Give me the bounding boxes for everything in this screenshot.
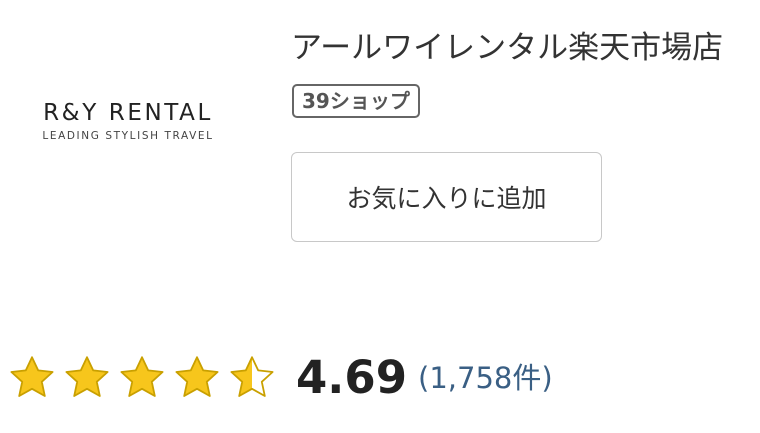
review-count-link[interactable]: (1,758件) — [418, 346, 553, 410]
add-to-favorites-button[interactable]: お気に入りに追加 — [291, 152, 602, 242]
shop-rating[interactable]: 4.69 (1,758件) — [8, 346, 553, 410]
star-icon — [175, 356, 219, 397]
shop-name[interactable]: アールワイレンタル楽天市場店 — [291, 26, 723, 70]
shop-logo: R&Y RENTAL LEADING STYLISH TRAVEL — [22, 98, 234, 143]
half-star-icon — [230, 356, 274, 397]
shop-39-badge: 39ショップ — [292, 84, 420, 118]
star-rating — [8, 354, 283, 402]
logo-tagline: LEADING STYLISH TRAVEL — [42, 130, 214, 142]
logo-name: R&Y RENTAL — [43, 100, 213, 126]
rating-value: 4.69 — [296, 351, 408, 404]
star-icon — [10, 356, 54, 397]
star-icon — [65, 356, 109, 397]
star-icon — [120, 356, 164, 397]
